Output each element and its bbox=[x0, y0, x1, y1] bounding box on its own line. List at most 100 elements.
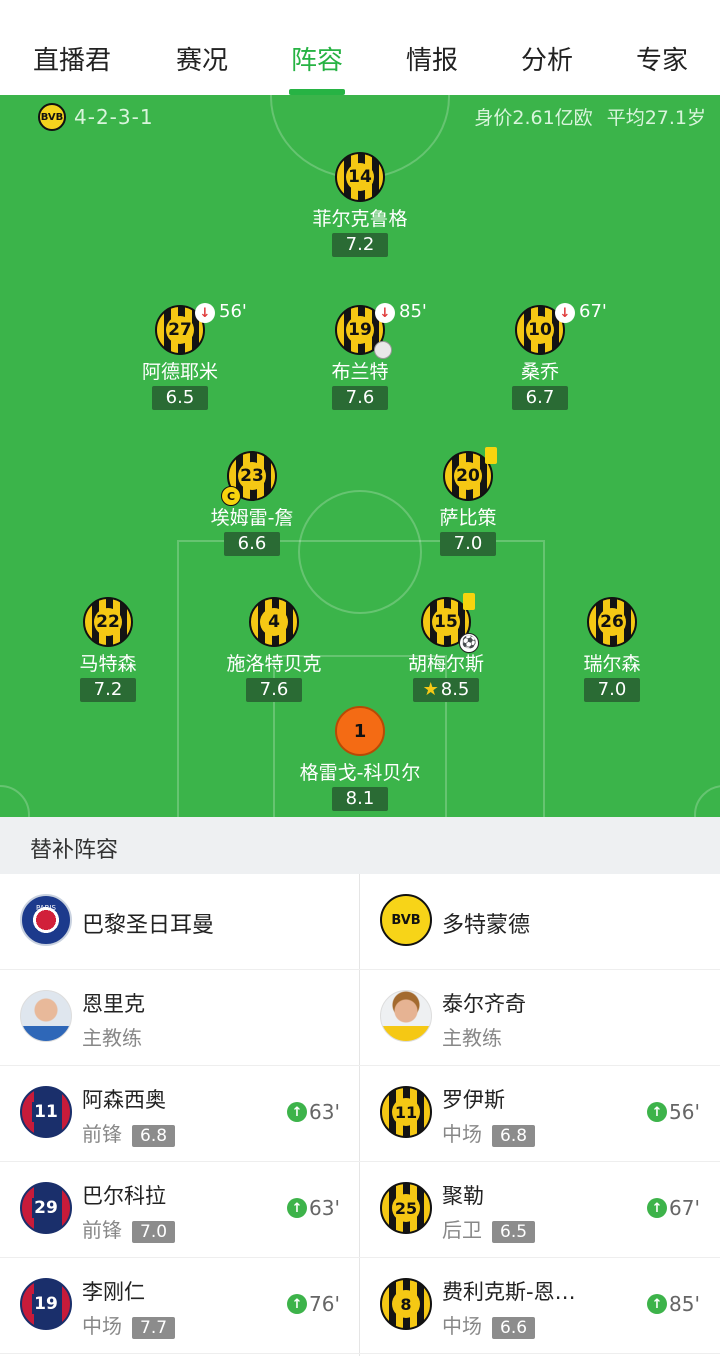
sub-rating: 6.8 bbox=[132, 1125, 176, 1147]
player-card[interactable]: 22 马特森 7.2 bbox=[28, 597, 188, 702]
sub-in-time: ↑ 67' bbox=[647, 1196, 700, 1220]
sub-player[interactable]: 25 聚勒 后卫 6.5 ↑ 67' bbox=[360, 1162, 720, 1257]
sub-in-time: ↑ 56' bbox=[647, 1100, 700, 1124]
player-name: 桑乔 bbox=[520, 361, 559, 383]
sub-in-time: ↑ 85' bbox=[647, 1292, 700, 1316]
position-label: 中场 bbox=[82, 1314, 122, 1338]
sub-minute: 63' bbox=[309, 1196, 340, 1220]
sub-player[interactable]: 11 罗伊斯 中场 6.8 ↑ 56' bbox=[360, 1066, 720, 1161]
tab-expert[interactable]: 专家 bbox=[636, 40, 688, 77]
player-card[interactable]: 4 施洛特贝克 7.6 bbox=[194, 597, 354, 702]
mvp-star-icon: ★ bbox=[422, 679, 439, 700]
jersey-number: 11 bbox=[32, 1102, 60, 1122]
tab-analysis[interactable]: 分析 bbox=[521, 40, 573, 77]
position-label: 前锋 bbox=[82, 1218, 122, 1242]
market-value: 身价2.61亿欧 bbox=[474, 107, 593, 129]
player-card[interactable]: 27 ↓ 56' 阿德耶米 6.5 bbox=[100, 301, 260, 410]
jersey-icon: 23 C bbox=[221, 451, 277, 506]
sub-minute: 85' bbox=[669, 1292, 700, 1316]
team-stats: 身价2.61亿欧 平均27.1岁 bbox=[474, 103, 706, 130]
player-card[interactable]: 10 ↓ 67' 桑乔 6.7 bbox=[460, 301, 620, 410]
player-name: 施洛特贝克 bbox=[226, 653, 322, 675]
player-rating: 7.6 bbox=[246, 678, 302, 702]
coach-name: 恩里克 bbox=[82, 992, 145, 1016]
player-card[interactable]: 19 ↓ 85' 布兰特 7.6 bbox=[280, 301, 440, 410]
player-name: 阿德耶米 bbox=[141, 361, 218, 383]
away-coach[interactable]: 泰尔齐奇 主教练 bbox=[360, 970, 720, 1065]
tab-intel[interactable]: 情报 bbox=[406, 40, 458, 77]
away-team[interactable]: BVB 多特蒙德 bbox=[360, 874, 720, 969]
jersey-icon: 19 ↓ 85' bbox=[335, 301, 427, 359]
player-card[interactable]: 26 瑞尔森 7.0 bbox=[532, 597, 692, 702]
bvb-badge-icon: BVB bbox=[38, 103, 66, 131]
jersey-number: 29 bbox=[32, 1198, 60, 1218]
sub-name: 阿森西奥 bbox=[82, 1088, 166, 1112]
goal-ball-icon: ⚽ bbox=[459, 633, 479, 653]
tab-bar: 直播君 赛况 阵容 情报 分析 专家 bbox=[0, 0, 720, 95]
team-row: PARIS 巴黎圣日耳曼 BVB 多特蒙德 bbox=[0, 874, 720, 970]
sub-row: 19 李刚仁 中场 7.7 ↑ 76' 8 费利克斯-恩… 中场 6.6 ↑ 85' bbox=[0, 1258, 720, 1354]
home-team[interactable]: PARIS 巴黎圣日耳曼 bbox=[0, 874, 360, 969]
player-name: 马特森 bbox=[79, 653, 137, 675]
sub-player[interactable]: 8 费利克斯-恩… 中场 6.6 ↑ 85' bbox=[360, 1258, 720, 1353]
sub-minute: 76' bbox=[309, 1292, 340, 1316]
player-name: 格雷戈-科贝尔 bbox=[299, 762, 421, 784]
sub-rating: 6.8 bbox=[492, 1125, 536, 1147]
sub-position: 后卫 6.5 bbox=[442, 1214, 536, 1243]
jersey-icon: 10 ↓ 67' bbox=[515, 301, 607, 355]
bvb-jersey-icon: 25 bbox=[380, 1182, 432, 1234]
sub-out-minute: 56' bbox=[219, 301, 247, 322]
player-card[interactable]: 15 ⚽ 胡梅尔斯 ★ 8.5 bbox=[366, 593, 526, 702]
coach-name: 泰尔齐奇 bbox=[442, 992, 526, 1016]
sub-in-time: ↑ 76' bbox=[287, 1292, 340, 1316]
corner-arc-right bbox=[694, 785, 720, 817]
sub-row: 11 阿森西奥 前锋 6.8 ↑ 63' 11 罗伊斯 中场 6.8 ↑ 56' bbox=[0, 1066, 720, 1162]
player-rating: 7.0 bbox=[584, 678, 640, 702]
player-rating: 7.0 bbox=[440, 532, 496, 556]
jersey-icon: 14 bbox=[335, 152, 385, 202]
sub-rating: 6.6 bbox=[492, 1317, 536, 1339]
sub-name: 李刚仁 bbox=[82, 1280, 145, 1304]
tab-live[interactable]: 直播君 bbox=[33, 40, 111, 77]
player-card[interactable]: 20 萨比策 7.0 bbox=[388, 447, 548, 556]
coach-row: 恩里克 主教练 泰尔齐奇 主教练 bbox=[0, 970, 720, 1066]
bvb-crest-icon: BVB bbox=[380, 894, 432, 946]
sub-out-icon: ↓ bbox=[375, 303, 395, 323]
sub-out-minute: 67' bbox=[579, 301, 607, 322]
player-card[interactable]: 23 C 埃姆雷-詹 6.6 bbox=[172, 451, 332, 556]
sub-minute: 63' bbox=[309, 1100, 340, 1124]
sub-name: 聚勒 bbox=[442, 1184, 484, 1208]
sub-player[interactable]: 19 李刚仁 中场 7.7 ↑ 76' bbox=[0, 1258, 360, 1353]
jersey-icon: 22 bbox=[83, 597, 133, 647]
player-card[interactable]: 14 菲尔克鲁格 7.2 bbox=[280, 152, 440, 257]
player-rating: 8.1 bbox=[332, 787, 388, 811]
player-rating: 6.7 bbox=[512, 386, 568, 410]
sub-player[interactable]: 29 巴尔科拉 前锋 7.0 ↑ 63' bbox=[0, 1162, 360, 1257]
player-rating: ★ 8.5 bbox=[412, 678, 480, 702]
sub-rating: 7.7 bbox=[132, 1317, 176, 1339]
coach-role: 主教练 bbox=[442, 1026, 502, 1050]
sub-rating: 7.0 bbox=[132, 1221, 176, 1243]
jersey-number: 26 bbox=[598, 608, 626, 636]
sub-in-time: ↑ 63' bbox=[287, 1100, 340, 1124]
home-coach[interactable]: 恩里克 主教练 bbox=[0, 970, 360, 1065]
tab-match[interactable]: 赛况 bbox=[176, 40, 228, 77]
sub-out-minute: 85' bbox=[399, 301, 427, 322]
sub-in-icon: ↑ bbox=[287, 1198, 308, 1218]
psg-jersey-icon: 29 bbox=[20, 1182, 72, 1234]
sub-player[interactable]: 11 阿森西奥 前锋 6.8 ↑ 63' bbox=[0, 1066, 360, 1161]
sub-name: 费利克斯-恩… bbox=[442, 1280, 576, 1304]
psg-jersey-icon: 19 bbox=[20, 1278, 72, 1330]
formation-info: BVB 4-2-3-1 bbox=[38, 103, 154, 131]
goalkeeper-jersey-icon: 1 bbox=[335, 706, 385, 756]
jersey-icon: 27 ↓ 56' bbox=[155, 301, 247, 355]
jersey-number: 4 bbox=[260, 608, 288, 636]
player-rating: 7.2 bbox=[332, 233, 388, 257]
tab-lineup[interactable]: 阵容 bbox=[291, 40, 343, 77]
captain-icon: C bbox=[221, 486, 241, 506]
player-card[interactable]: 1 格雷戈-科贝尔 8.1 bbox=[280, 706, 440, 811]
jersey-number: 14 bbox=[346, 163, 374, 191]
subs-title: 替补阵容 bbox=[30, 838, 119, 863]
yellow-card-icon bbox=[485, 447, 497, 464]
sub-row: 29 巴尔科拉 前锋 7.0 ↑ 63' 25 聚勒 后卫 6.5 ↑ 67' bbox=[0, 1162, 720, 1258]
